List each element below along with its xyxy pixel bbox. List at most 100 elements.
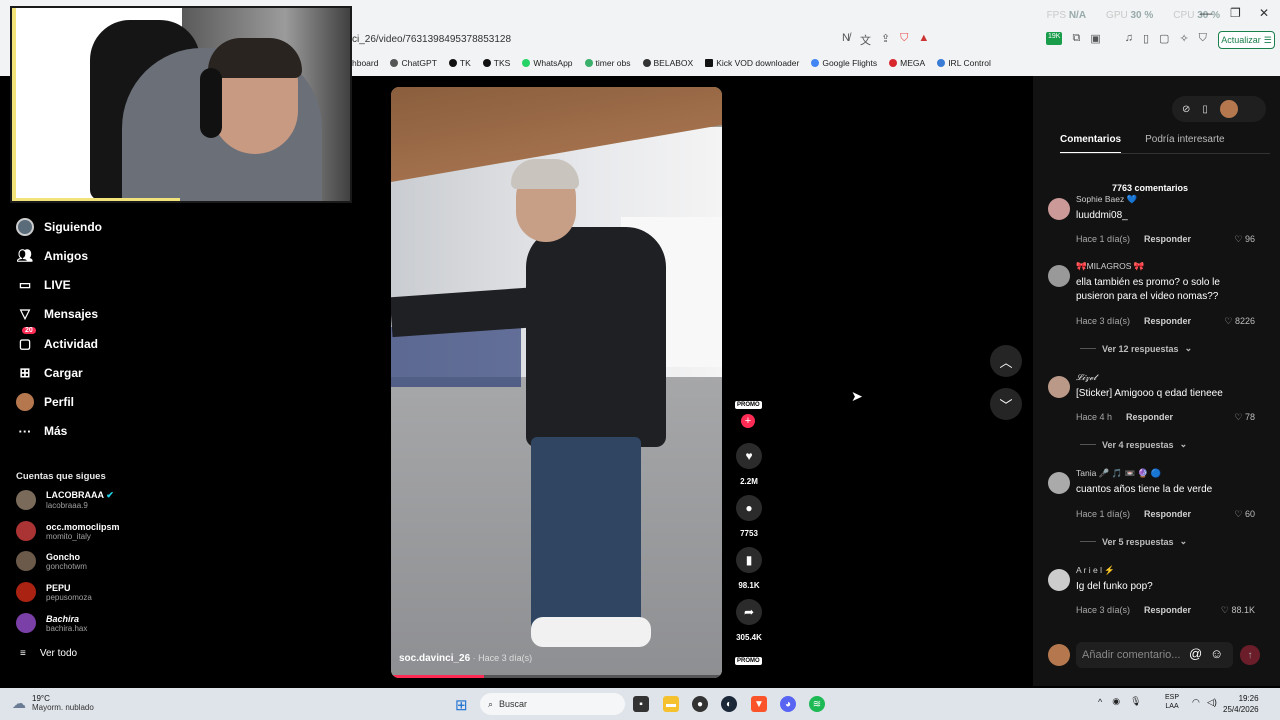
vpn-icon[interactable]: ⛉ [1199, 32, 1207, 45]
comment-user[interactable]: Tania 🎤 🎵 📼 🔮 🔵 [1076, 468, 1161, 479]
discord-icon[interactable]: ◕ [780, 696, 796, 712]
comment-like-button[interactable]: ♡ 88.1K [1221, 605, 1255, 616]
bookmark[interactable]: MEGA [889, 56, 925, 70]
mic-icon[interactable]: 🎙︎ [1130, 696, 1141, 707]
sidebar-item-messages[interactable]: ▽ Mensajes [16, 305, 98, 323]
avatar[interactable] [1048, 376, 1070, 398]
bookmark[interactable]: Kick VOD downloader [705, 56, 799, 70]
brave-rewards-icon[interactable]: ▲ [918, 32, 929, 48]
next-video-button[interactable]: ﹀ [990, 388, 1022, 420]
tab-icon[interactable]: ▣ [1090, 32, 1100, 45]
avatar[interactable] [1048, 569, 1070, 591]
sidebar-item-live[interactable]: ▭ LIVE [16, 276, 71, 294]
language-indicator[interactable]: ESP LAA [1165, 693, 1179, 711]
weather-widget[interactable]: ☁ 19°C Mayorm. nublado [12, 694, 94, 712]
followed-account[interactable]: PEPU pepusomoza [16, 582, 92, 602]
followed-account[interactable]: Bachira bachira.hax [16, 613, 87, 633]
view-replies-button[interactable]: Ver 4 respuestas ⌄ [1080, 439, 1187, 450]
ai-icon[interactable]: ✧ [1179, 32, 1188, 45]
network-icon[interactable]: ◉ [1112, 696, 1120, 707]
reply-button[interactable]: Responder [1144, 605, 1191, 615]
send-button[interactable]: ↑ [1240, 645, 1260, 665]
reply-button[interactable]: Responder [1144, 234, 1191, 244]
steam-icon[interactable]: ◐ [721, 696, 737, 712]
emoji-icon[interactable]: ☺ [1210, 646, 1223, 661]
task-view-icon[interactable]: ▪ [633, 696, 649, 712]
bookmark[interactable]: IRL Control [937, 56, 991, 70]
close-icon[interactable]: ✕ [1259, 6, 1269, 20]
comment-user[interactable]: 🎀MILAGROS 🎀 [1076, 261, 1144, 272]
minimize-icon[interactable]: — [1200, 6, 1212, 20]
sidebar-item-following[interactable]: Siguiendo [16, 218, 102, 236]
brave-shield-icon[interactable]: ⛉ [900, 32, 908, 48]
chevron-up-icon[interactable]: ^ [1098, 697, 1102, 707]
see-all-button[interactable]: ≡ Ver todo [20, 648, 77, 659]
clock[interactable]: 19:26 25/4/2026 [1223, 693, 1259, 715]
restore-icon[interactable]: ❐ [1230, 6, 1241, 20]
comment-like-button[interactable]: ♡ 60 [1234, 509, 1255, 520]
sidebar-item-activity[interactable]: ▢ 20 Actividad [16, 327, 98, 353]
compass-icon[interactable]: ⊘ [1182, 104, 1190, 115]
like-button[interactable]: ♥ 2.2M [733, 443, 765, 486]
comment-like-button[interactable]: ♡ 78 [1234, 412, 1255, 423]
avatar[interactable] [1048, 265, 1070, 287]
video-progress-bar[interactable] [391, 675, 722, 678]
reply-button[interactable]: Responder [1126, 412, 1173, 422]
bookmark[interactable]: Google Flights [811, 56, 877, 70]
sidebar-item-profile[interactable]: Perfil [16, 393, 74, 411]
translate-icon[interactable]: 文 [860, 32, 871, 48]
followed-account[interactable]: LACOBRAAA ✔ lacobraaa.9 [16, 490, 114, 510]
brave-icon[interactable]: ▼ [751, 696, 767, 712]
avatar[interactable] [1048, 198, 1070, 220]
volume-icon[interactable]: ◁) [1207, 697, 1217, 708]
comment-like-button[interactable]: ♡ 96 [1234, 234, 1255, 245]
bookmark[interactable]: WhatsApp [522, 56, 573, 70]
file-explorer-icon[interactable]: ▬ [663, 696, 679, 712]
comment-user[interactable]: 𝓛𝓲𝔃𝓮𝓽 [1076, 372, 1097, 383]
view-replies-button[interactable]: Ver 5 respuestas ⌄ [1080, 536, 1187, 547]
share-button[interactable]: ➦ 305.4K [733, 599, 765, 642]
sidebar-item-more[interactable]: ··· Más [16, 422, 68, 440]
tab-suggested[interactable]: Podría interesarte [1145, 134, 1225, 154]
user-avatar[interactable] [1219, 100, 1238, 118]
tab-comments[interactable]: Comentarios [1060, 134, 1122, 154]
reply-button[interactable]: Responder [1144, 316, 1191, 326]
music-icon[interactable]: ♫ [1125, 32, 1133, 45]
reply-button[interactable]: Responder [1144, 509, 1191, 519]
comment-user[interactable]: Sophie Baez 💙 [1076, 194, 1137, 205]
extension-badge-icon[interactable]: 19K [1046, 32, 1063, 45]
extensions-icon[interactable]: ⧉ [1072, 32, 1080, 45]
followed-account[interactable]: Goncho gonchotwm [16, 551, 87, 571]
no-track-icon[interactable]: N̸ [842, 32, 850, 48]
save-button[interactable]: ▮ 98.1K [733, 547, 765, 590]
bookmark[interactable]: TKS [482, 56, 510, 70]
avatar[interactable] [1048, 472, 1070, 494]
wifi-icon[interactable]: ◠ [1192, 697, 1200, 708]
spotify-icon[interactable]: ≋ [809, 696, 825, 712]
bookmark[interactable]: TK [448, 56, 471, 70]
bookmark[interactable]: timer obs [584, 56, 631, 70]
video-author[interactable]: soc.davinci_26 · Hace 3 día(s) [399, 653, 532, 664]
share-icon[interactable]: ⇪ [881, 32, 890, 48]
comment-button[interactable]: ● 7753 [733, 495, 765, 538]
view-replies-button[interactable]: Ver 12 respuestas ⌄ [1080, 343, 1192, 354]
bookmark[interactable]: ChatGPT [390, 56, 437, 70]
device-icon[interactable]: ▯ [1202, 104, 1208, 115]
windows-start-icon[interactable]: ⊞ [455, 696, 468, 714]
screenshot-icon[interactable]: ▢ [1159, 32, 1169, 45]
previous-video-button[interactable]: ︿ [990, 345, 1022, 377]
comment-user[interactable]: A r i e l ⚡ [1076, 565, 1115, 576]
video-player[interactable]: soc.davinci_26 · Hace 3 día(s) [391, 87, 722, 678]
follow-plus-icon[interactable]: + [741, 414, 755, 428]
followed-account[interactable]: occ.momoclipsm momito_italy [16, 521, 120, 541]
sidebar-icon[interactable]: ▯ [1143, 32, 1149, 45]
taskbar-search[interactable]: ⌕ Buscar [480, 693, 625, 715]
comment-like-button[interactable]: ♡ 8226 [1224, 316, 1255, 327]
obs-icon[interactable]: ● [692, 696, 708, 712]
bookmark[interactable]: hboard [352, 56, 378, 70]
sidebar-item-friends[interactable]: 👥︎ Amigos [16, 247, 88, 265]
sidebar-item-upload[interactable]: ⊞ Cargar [16, 364, 83, 382]
author-username[interactable]: soc.davinci_26 [399, 653, 470, 664]
mention-icon[interactable]: @ [1189, 646, 1202, 661]
bookmark[interactable]: BELABOX [642, 56, 693, 70]
